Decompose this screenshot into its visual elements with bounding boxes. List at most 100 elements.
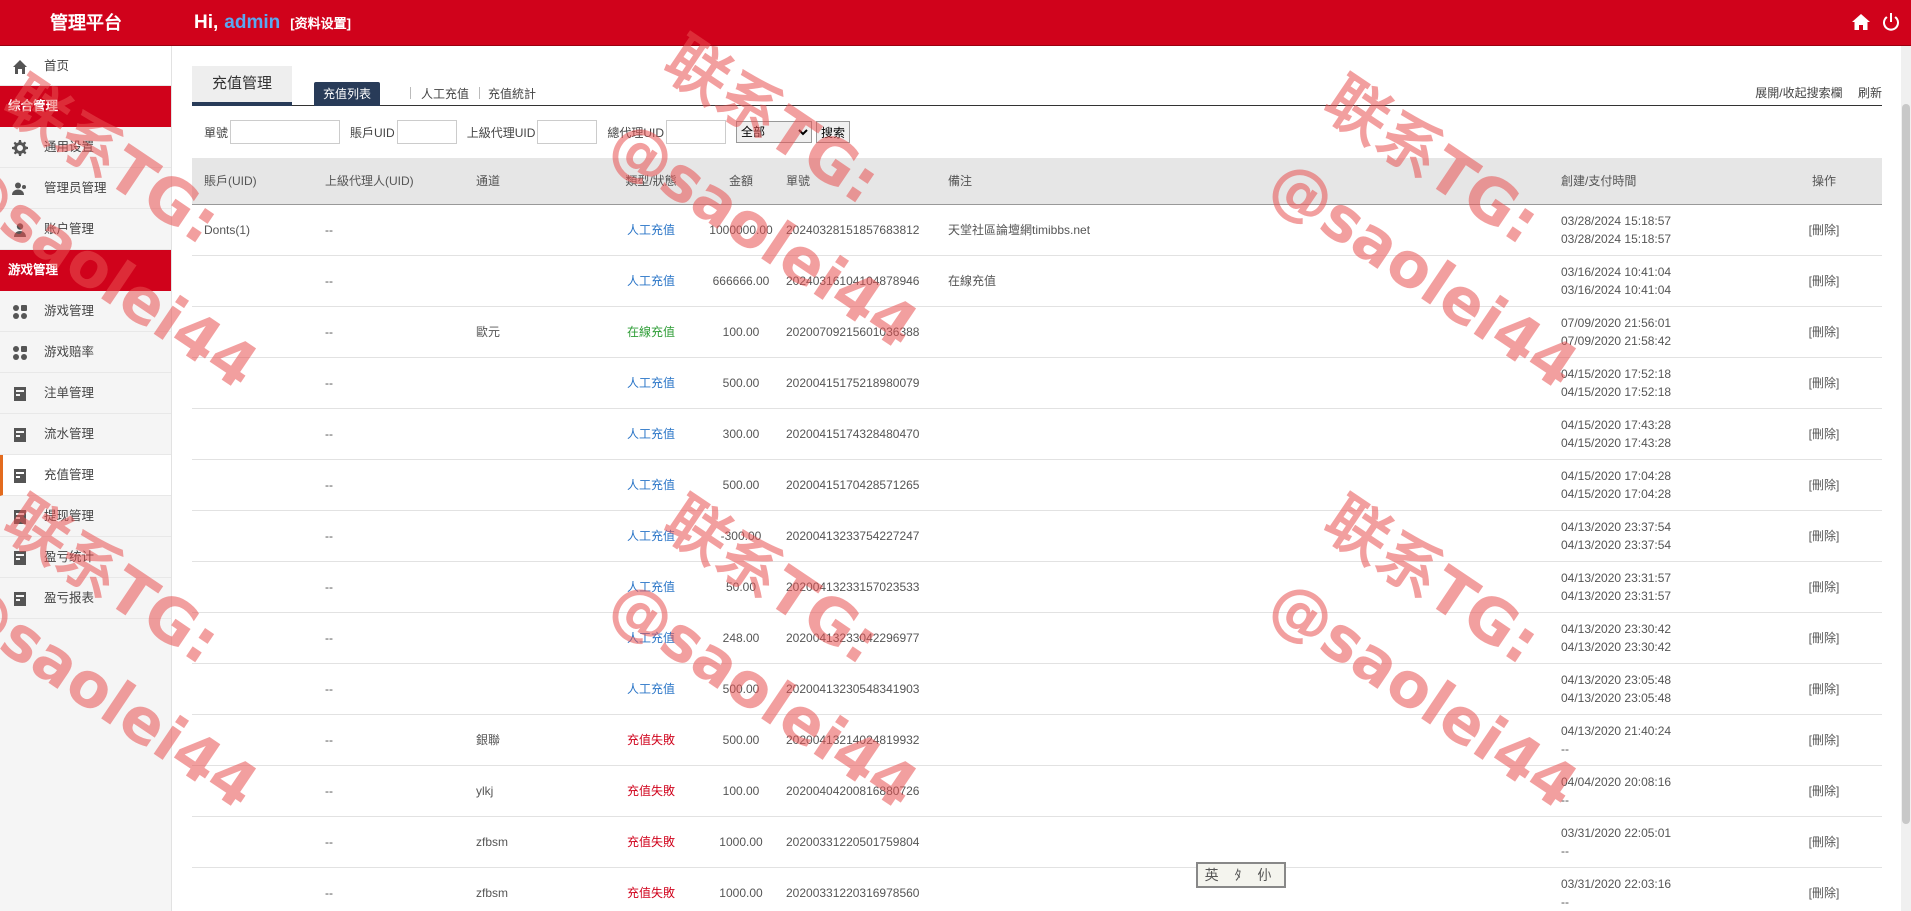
cell-remark: 在線充值 xyxy=(948,255,1561,307)
delete-link[interactable]: [刪除] xyxy=(1809,223,1840,237)
delete-link[interactable]: [刪除] xyxy=(1809,376,1840,390)
order-input[interactable] xyxy=(230,120,341,144)
cell-actions: [刪除] xyxy=(1766,357,1882,409)
cell-remark xyxy=(948,612,1561,664)
delete-link[interactable]: [刪除] xyxy=(1809,886,1840,900)
cell-order-no: 20200709215601036388 xyxy=(786,306,948,358)
home-icon[interactable] xyxy=(1851,12,1871,32)
profile-settings-link[interactable]: [资料设置] xyxy=(290,16,351,31)
cell-type-status: 充值失敗 xyxy=(606,867,696,911)
cell-remark xyxy=(948,510,1561,562)
tab-recharge-stats[interactable]: 充值統計 xyxy=(488,85,536,102)
sidebar-group-general[interactable]: 综合管理 xyxy=(0,86,171,127)
sidebar-item-profit-stats[interactable]: 盈亏统计 xyxy=(0,537,171,578)
cell-time: 03/16/2024 10:41:04 03/16/2024 10:41:04 xyxy=(1561,255,1766,307)
delete-link[interactable]: [刪除] xyxy=(1809,835,1840,849)
sidebar-item-home[interactable]: 首页 xyxy=(0,46,171,86)
cell-order-no: 20200331220501759804 xyxy=(786,816,948,868)
cell-actions: [刪除] xyxy=(1766,204,1882,256)
cell-order-no: 20200413233042296977 xyxy=(786,612,948,664)
delete-link[interactable]: [刪除] xyxy=(1809,784,1840,798)
delete-link[interactable]: [刪除] xyxy=(1809,529,1840,543)
sidebar-item-game-management[interactable]: 游戏管理 xyxy=(0,291,171,332)
sidebar-group-games[interactable]: 游戏管理 xyxy=(0,250,171,291)
cell-type-status: 人工充值 xyxy=(606,255,696,307)
delete-link[interactable]: [刪除] xyxy=(1809,478,1840,492)
delete-link[interactable]: [刪除] xyxy=(1809,580,1840,594)
table-row: -- zfbsm 充值失敗 1000.00 20200331220501759804 03… xyxy=(192,816,1882,868)
cell-account xyxy=(192,714,325,766)
tab-manual-recharge[interactable]: 人工充值 xyxy=(421,85,469,102)
delete-link[interactable]: [刪除] xyxy=(1809,274,1840,288)
scrollbar-thumb[interactable] xyxy=(1902,104,1910,824)
cell-order-no: 20200413230548341903 xyxy=(786,663,948,715)
paid-time: 07/09/2020 21:58:42 xyxy=(1561,333,1672,348)
toggle-search-link[interactable]: 展開/收起搜索欄 xyxy=(1755,86,1842,100)
cell-type-status: 充值失敗 xyxy=(606,765,696,817)
cell-channel: ylkj xyxy=(476,765,606,817)
account-uid-input[interactable] xyxy=(396,120,457,144)
cell-parent: -- xyxy=(325,204,476,256)
cell-amount: 500.00 xyxy=(696,714,786,766)
table-body: Donts(1) -- 人工充值 1000000.00 2024032815185768… xyxy=(192,204,1882,911)
refresh-link[interactable]: 刷新 xyxy=(1858,86,1882,100)
sidebar-item-withdraw-management[interactable]: 提现管理 xyxy=(0,496,171,537)
created-time: 03/31/2020 22:03:16 xyxy=(1561,876,1672,891)
cell-channel xyxy=(476,459,606,511)
delete-link[interactable]: [刪除] xyxy=(1809,682,1840,696)
ime-indicator: 英 ﾀ 仦 xyxy=(1196,862,1286,888)
sidebar-item-general-settings[interactable]: 通用设置 xyxy=(0,127,171,168)
paid-time: 04/15/2020 17:04:28 xyxy=(1561,486,1672,501)
cell-type-status: 充值失敗 xyxy=(606,816,696,868)
delete-link[interactable]: [刪除] xyxy=(1809,733,1840,747)
sidebar-item-game-odds[interactable]: 游戏赔率 xyxy=(0,332,171,373)
grid-icon xyxy=(12,304,28,320)
search-button[interactable]: 搜索 xyxy=(816,121,851,143)
table-row: -- 人工充值 248.00 20200413233042296977 04/13/20… xyxy=(192,612,1882,664)
sidebar-item-bet-management[interactable]: 注单管理 xyxy=(0,373,171,414)
paid-time: -- xyxy=(1561,792,1569,807)
sidebar-item-profit-report[interactable]: 盈亏报表 xyxy=(0,578,171,619)
cell-amount: 300.00 xyxy=(696,408,786,460)
tabs-row: 充值管理 充值列表 人工充值 充值統計 展開/收起搜索欄 刷新 xyxy=(192,64,1882,106)
parent-uid-input[interactable] xyxy=(537,120,598,144)
table-header-row: 賬戶(UID) 上級代理人(UID) 通道 類型/狀態 金額 單號 備注 創建/… xyxy=(192,158,1882,205)
cell-time: 04/15/2020 17:43:28 04/15/2020 17:43:28 xyxy=(1561,408,1766,460)
sidebar-item-recharge-management[interactable]: 充值管理 xyxy=(0,455,171,496)
cell-order-no: 20200415170428571265 xyxy=(786,459,948,511)
cell-account xyxy=(192,765,325,817)
delete-link[interactable]: [刪除] xyxy=(1809,631,1840,645)
delete-link[interactable]: [刪除] xyxy=(1809,325,1840,339)
delete-link[interactable]: [刪除] xyxy=(1809,427,1840,441)
sidebar-item-account-management[interactable]: 账户管理 xyxy=(0,209,171,250)
username: admin xyxy=(224,12,281,33)
status-select[interactable]: 全部 xyxy=(736,121,813,143)
cell-type-status: 人工充值 xyxy=(606,204,696,256)
scrollbar[interactable] xyxy=(1901,46,1911,911)
power-icon[interactable] xyxy=(1881,12,1901,32)
created-time: 04/13/2020 23:37:54 xyxy=(1561,519,1672,534)
cell-parent: -- xyxy=(325,714,476,766)
sidebar-item-flow-management[interactable]: 流水管理 xyxy=(0,414,171,455)
report-icon xyxy=(12,591,28,607)
cell-actions: [刪除] xyxy=(1766,255,1882,307)
paid-time: 04/13/2020 23:31:57 xyxy=(1561,588,1672,603)
paid-time: -- xyxy=(1561,894,1569,909)
col-type: 類型/狀態 xyxy=(606,158,696,205)
created-time: 04/13/2020 23:05:48 xyxy=(1561,672,1672,687)
cell-type-status: 人工充值 xyxy=(606,408,696,460)
sidebar-item-label: 账户管理 xyxy=(44,222,95,236)
cell-remark: 天堂社區論壇網timibbs.net xyxy=(948,204,1561,256)
general-agent-uid-input[interactable] xyxy=(666,120,727,144)
cell-time: 04/13/2020 23:31:57 04/13/2020 23:31:57 xyxy=(1561,561,1766,613)
sidebar-item-admin-management[interactable]: 管理员管理 xyxy=(0,168,171,209)
cell-remark xyxy=(948,663,1561,715)
brand-title: 管理平台 xyxy=(50,13,122,33)
cell-time: 04/13/2020 23:05:48 04/13/2020 23:05:48 xyxy=(1561,663,1766,715)
cell-channel xyxy=(476,663,606,715)
cell-channel xyxy=(476,612,606,664)
cell-remark xyxy=(948,561,1561,613)
tab-recharge-management[interactable]: 充值管理 xyxy=(192,66,292,106)
tab-recharge-list[interactable]: 充值列表 xyxy=(314,82,381,106)
sidebar-item-label: 管理员管理 xyxy=(44,181,107,195)
